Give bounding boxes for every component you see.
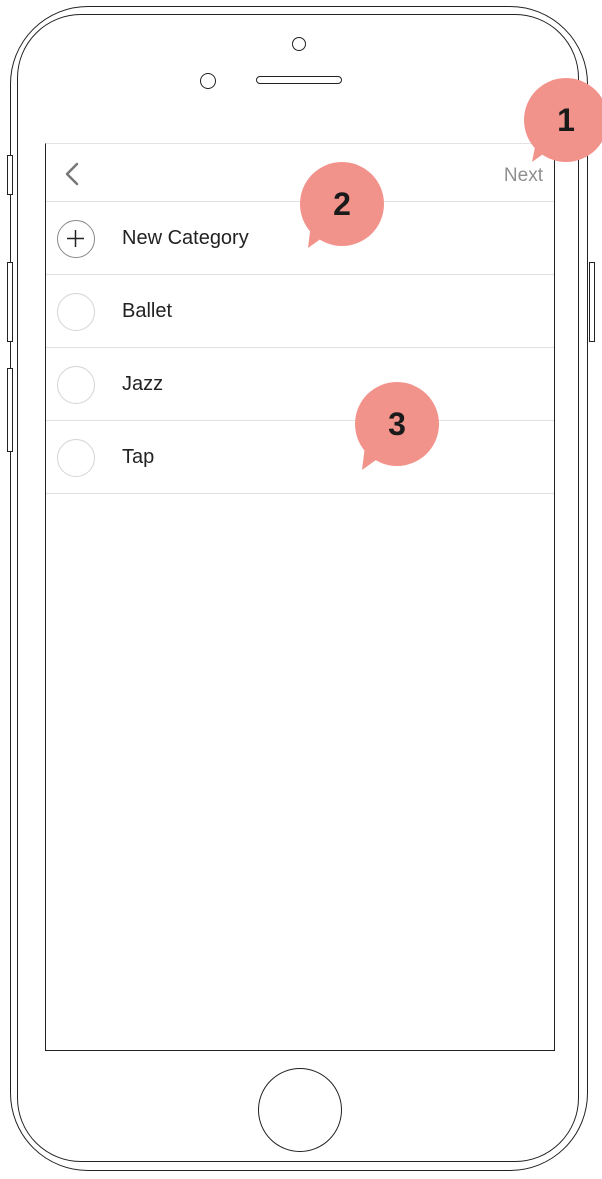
radio-empty-icon [57, 366, 95, 404]
list-item-label: Ballet [122, 300, 173, 322]
category-list: New Category Ballet Jazz Tap [46, 202, 554, 494]
radio-empty-icon [57, 439, 95, 477]
power-button [589, 262, 595, 342]
screen: Next New Category Ballet Jazz Tap [45, 143, 555, 1051]
list-item-tap[interactable]: Tap [46, 421, 554, 494]
proximity-sensor [200, 73, 216, 89]
chevron-left-icon [65, 162, 79, 186]
annotation-bubble-1: 1 [524, 78, 602, 162]
back-button[interactable] [58, 160, 86, 188]
navigation-bar: Next [46, 144, 554, 202]
next-button[interactable]: Next [504, 165, 543, 187]
mute-switch [7, 155, 13, 195]
earpiece-speaker [256, 76, 342, 84]
list-item-label: Tap [122, 446, 155, 468]
list-item-ballet[interactable]: Ballet [46, 275, 554, 348]
annotation-bubble-3: 3 [355, 382, 439, 466]
volume-down-button [7, 368, 13, 452]
list-item-label: Jazz [122, 373, 164, 395]
volume-up-button [7, 262, 13, 342]
list-item-label: New Category [122, 227, 249, 249]
radio-empty-icon [57, 293, 95, 331]
plus-icon [57, 220, 95, 258]
front-camera [292, 37, 306, 51]
annotation-bubble-2: 2 [300, 162, 384, 246]
list-item-jazz[interactable]: Jazz [46, 348, 554, 421]
home-button[interactable] [258, 1068, 342, 1152]
